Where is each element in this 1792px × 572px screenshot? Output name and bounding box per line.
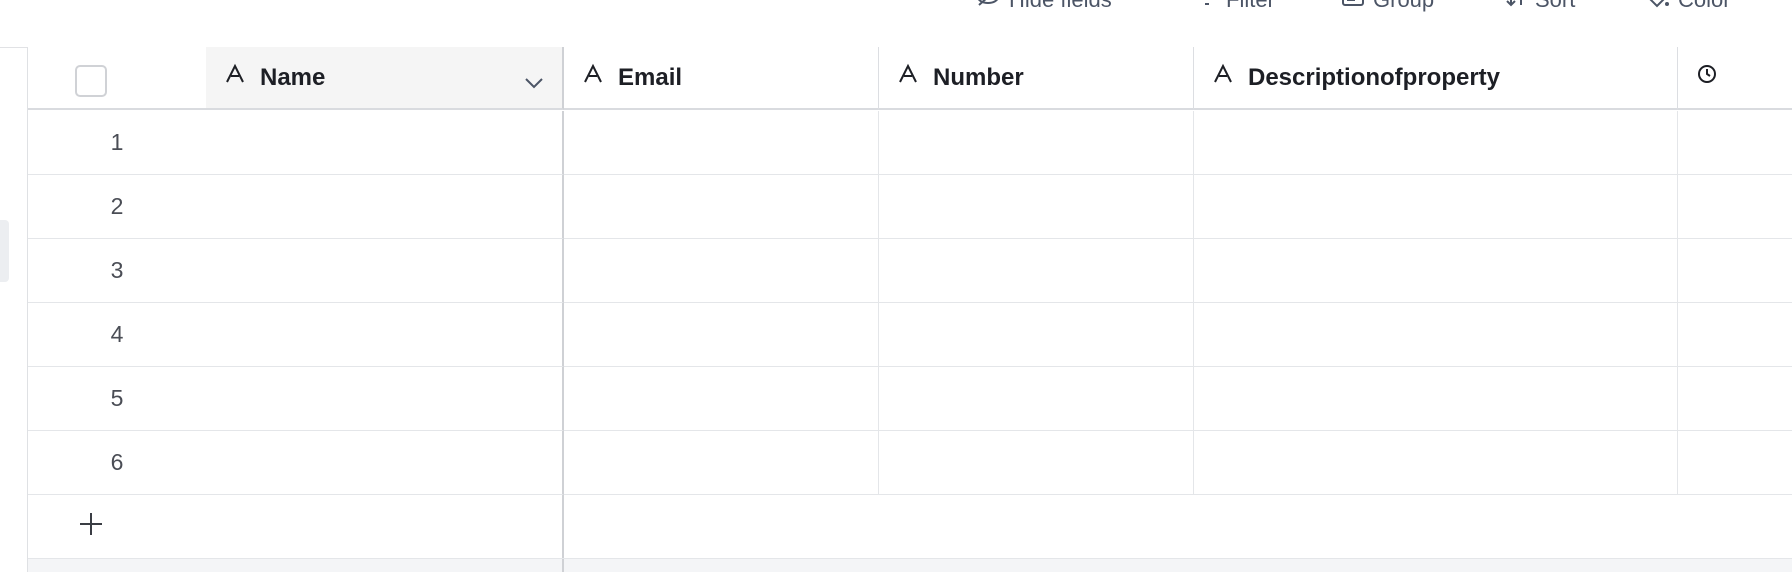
table-row[interactable]: 5 bbox=[28, 367, 1792, 431]
row-number: 4 bbox=[28, 303, 206, 367]
cell-email[interactable] bbox=[564, 175, 879, 239]
row-number: 1 bbox=[28, 111, 206, 175]
cell-next[interactable] bbox=[1678, 431, 1792, 495]
table-row[interactable]: 1 bbox=[28, 111, 1792, 175]
add-record-button[interactable] bbox=[28, 495, 564, 558]
group-button[interactable]: Group bbox=[1341, 0, 1434, 14]
chevron-down-icon[interactable] bbox=[524, 69, 544, 97]
text-field-icon bbox=[897, 63, 919, 92]
cell-number[interactable] bbox=[879, 175, 1194, 239]
group-icon bbox=[1341, 0, 1365, 14]
cell-number[interactable] bbox=[879, 239, 1194, 303]
cell-email[interactable] bbox=[564, 303, 879, 367]
select-all-checkbox[interactable] bbox=[75, 65, 107, 97]
cell-name[interactable] bbox=[206, 303, 564, 367]
cell-descriptionofproperty[interactable] bbox=[1194, 367, 1678, 431]
column-title: Descriptionofproperty bbox=[1248, 63, 1501, 91]
column-title: Name bbox=[260, 63, 326, 91]
cell-descriptionofproperty[interactable] bbox=[1194, 111, 1678, 175]
sort-label: Sort bbox=[1535, 0, 1575, 13]
cell-email[interactable] bbox=[564, 111, 879, 175]
column-title: Email bbox=[618, 63, 683, 91]
table-row[interactable]: 6 bbox=[28, 431, 1792, 495]
row-number: 5 bbox=[28, 367, 206, 431]
cell-name[interactable] bbox=[206, 431, 564, 495]
cell-number[interactable] bbox=[879, 431, 1194, 495]
cell-next[interactable] bbox=[1678, 239, 1792, 303]
cell-email[interactable] bbox=[564, 239, 879, 303]
hide-fields-label: Hide fields bbox=[1009, 0, 1112, 13]
eye-slash-icon bbox=[975, 0, 1001, 15]
plus-icon bbox=[78, 511, 104, 542]
cell-number[interactable] bbox=[879, 111, 1194, 175]
column-title: Number bbox=[933, 63, 1024, 91]
header-row-selector bbox=[28, 47, 206, 110]
table-row[interactable]: 4 bbox=[28, 303, 1792, 367]
cell-email[interactable] bbox=[564, 367, 879, 431]
group-label: Group bbox=[1373, 0, 1434, 13]
summary-bar bbox=[28, 559, 1792, 572]
row-number: 3 bbox=[28, 239, 206, 303]
add-row-bar bbox=[28, 495, 1792, 559]
cell-number[interactable] bbox=[879, 367, 1194, 431]
cell-descriptionofproperty[interactable] bbox=[1194, 175, 1678, 239]
column-header-number[interactable]: Number bbox=[879, 47, 1194, 110]
filter-button[interactable]: Filter bbox=[1196, 0, 1275, 14]
table-row[interactable]: 2 bbox=[28, 175, 1792, 239]
clock-icon bbox=[1696, 63, 1718, 92]
cell-email[interactable] bbox=[564, 431, 879, 495]
hide-fields-button[interactable]: Hide fields bbox=[975, 0, 1112, 14]
cell-name[interactable] bbox=[206, 111, 564, 175]
filter-icon bbox=[1196, 0, 1218, 14]
sort-button[interactable]: Sort bbox=[1505, 0, 1575, 14]
column-header-next[interactable] bbox=[1678, 47, 1792, 110]
row-number: 6 bbox=[28, 431, 206, 495]
paint-bucket-icon bbox=[1644, 0, 1670, 15]
cell-name[interactable] bbox=[206, 367, 564, 431]
cell-next[interactable] bbox=[1678, 111, 1792, 175]
cell-name[interactable] bbox=[206, 175, 564, 239]
text-field-icon bbox=[224, 63, 246, 92]
text-field-icon bbox=[1212, 63, 1234, 92]
sidebar-collapse-handle[interactable] bbox=[0, 220, 9, 282]
column-header-name[interactable]: Name bbox=[206, 47, 564, 110]
view-toolbar: Hide fields Filter Group Sort Color bbox=[0, 0, 1792, 48]
color-label: Color bbox=[1678, 0, 1731, 13]
column-header-email[interactable]: Email bbox=[564, 47, 879, 110]
sort-icon bbox=[1505, 0, 1527, 14]
cell-descriptionofproperty[interactable] bbox=[1194, 303, 1678, 367]
cell-next[interactable] bbox=[1678, 175, 1792, 239]
cell-number[interactable] bbox=[879, 303, 1194, 367]
divider bbox=[562, 559, 564, 572]
filter-label: Filter bbox=[1226, 0, 1275, 13]
cell-descriptionofproperty[interactable] bbox=[1194, 239, 1678, 303]
table-row[interactable]: 3 bbox=[28, 239, 1792, 303]
cell-name[interactable] bbox=[206, 239, 564, 303]
data-grid: Name Email Number Descriptionofproperty … bbox=[27, 47, 1792, 572]
row-number: 2 bbox=[28, 175, 206, 239]
cell-next[interactable] bbox=[1678, 303, 1792, 367]
cell-descriptionofproperty[interactable] bbox=[1194, 431, 1678, 495]
text-field-icon bbox=[582, 63, 604, 92]
color-button[interactable]: Color bbox=[1644, 0, 1731, 14]
cell-next[interactable] bbox=[1678, 367, 1792, 431]
column-header-descriptionofproperty[interactable]: Descriptionofproperty bbox=[1194, 47, 1678, 110]
